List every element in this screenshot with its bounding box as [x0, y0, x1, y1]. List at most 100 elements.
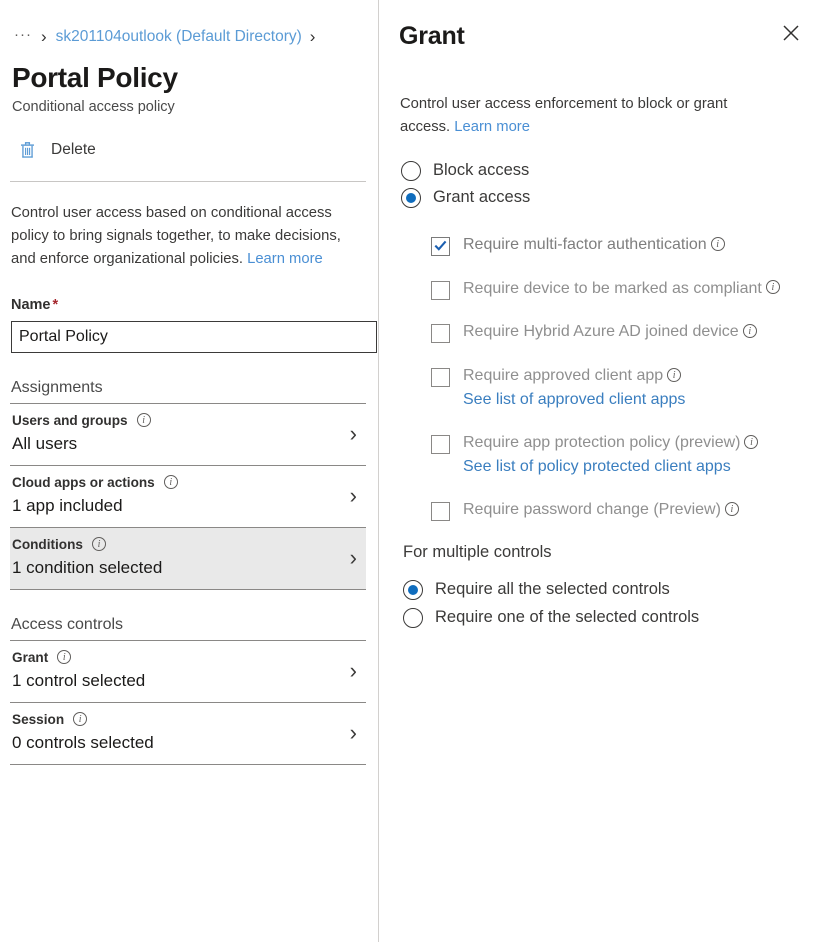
- breadcrumb-item-directory[interactable]: sk201104outlook (Default Directory): [56, 28, 302, 46]
- checkbox-row-require-mfa[interactable]: Require multi-factor authentication i: [431, 234, 826, 257]
- required-indicator: *: [53, 297, 59, 313]
- checkbox-body: Require device to be marked as compliant…: [463, 278, 780, 301]
- checkbox-label: Require app protection policy (preview): [463, 434, 740, 451]
- info-icon[interactable]: i: [743, 324, 757, 338]
- info-icon[interactable]: i: [73, 712, 87, 726]
- grant-description: Control user access enforcement to block…: [400, 93, 770, 139]
- chevron-right-icon: ›: [350, 485, 357, 507]
- checkbox-row-require-approved-client-app[interactable]: Require approved client app i See list of…: [431, 365, 826, 411]
- delete-button[interactable]: Delete: [18, 140, 96, 160]
- grant-controls-checkbox-group: Require multi-factor authentication i Req…: [431, 234, 826, 522]
- checkbox-body: Require multi-factor authentication i: [463, 234, 725, 257]
- checkbox-row-require-password-change[interactable]: Require password change (Preview)i: [431, 499, 826, 522]
- radio-label: Grant access: [433, 188, 530, 207]
- access-control-row-title: Grant: [12, 650, 48, 665]
- policy-protected-client-apps-link[interactable]: See list of policy protected client apps: [463, 456, 758, 478]
- command-bar: Delete: [18, 135, 378, 165]
- close-icon: [782, 24, 800, 47]
- radio-option-require-one-control[interactable]: Require one of the selected controls: [403, 608, 826, 628]
- assignment-row-title: Conditions: [12, 537, 83, 552]
- assignment-row-title: Cloud apps or actions: [12, 475, 155, 490]
- info-icon[interactable]: i: [766, 280, 780, 294]
- page-title: Portal Policy: [12, 62, 378, 94]
- intro-learn-more-link[interactable]: Learn more: [247, 251, 323, 267]
- name-field-label: Name*: [11, 297, 378, 313]
- checkbox-unchecked-icon[interactable]: [431, 281, 450, 300]
- radio-button-checked-icon[interactable]: [401, 188, 421, 208]
- checkbox-body: Require password change (Preview)i: [463, 499, 739, 522]
- delete-label: Delete: [51, 141, 96, 159]
- assignment-row-users-and-groups[interactable]: Users and groups i All users ›: [10, 404, 366, 466]
- checkbox-label: Require multi-factor authentication: [463, 236, 707, 253]
- access-control-row-session[interactable]: Session i 0 controls selected ›: [10, 703, 366, 765]
- assignment-row-value: All users: [10, 434, 366, 454]
- chevron-right-icon: ›: [350, 547, 357, 569]
- checkbox-unchecked-icon[interactable]: [431, 324, 450, 343]
- checkbox-label: Require device to be marked as compliant: [463, 280, 762, 297]
- chevron-right-icon: ›: [350, 423, 357, 445]
- name-input[interactable]: [11, 321, 377, 353]
- assignment-row-title: Users and groups: [12, 413, 128, 428]
- access-controls-row-group: Grant i 1 control selected › Session i 0…: [10, 640, 366, 765]
- checkbox-row-require-device-compliant[interactable]: Require device to be marked as compliant…: [431, 278, 826, 301]
- radio-button-unchecked-icon[interactable]: [401, 161, 421, 181]
- multiple-controls-radio-group: Require all the selected controls Requir…: [403, 580, 826, 628]
- info-icon[interactable]: i: [667, 368, 681, 382]
- radio-label: Require one of the selected controls: [435, 608, 699, 627]
- checkbox-unchecked-icon[interactable]: [431, 502, 450, 521]
- info-icon[interactable]: i: [164, 475, 178, 489]
- radio-button-unchecked-icon[interactable]: [403, 608, 423, 628]
- name-label-text: Name: [11, 297, 51, 313]
- checkbox-unchecked-icon[interactable]: [431, 435, 450, 454]
- grant-description-text: Control user access enforcement to block…: [400, 96, 727, 135]
- conditional-access-policy-screen: ··· › sk201104outlook (Default Directory…: [0, 0, 826, 942]
- command-bar-divider: [10, 181, 366, 182]
- info-icon[interactable]: i: [137, 413, 151, 427]
- grant-panel-title: Grant: [399, 22, 465, 51]
- access-control-row-title: Session: [12, 712, 64, 727]
- info-icon[interactable]: i: [711, 237, 725, 251]
- checkbox-body: Require Hybrid Azure AD joined device i: [463, 321, 757, 344]
- access-control-row-header: Grant i: [10, 650, 366, 665]
- assignment-row-value: 1 condition selected: [10, 558, 366, 578]
- radio-button-checked-icon[interactable]: [403, 580, 423, 600]
- access-control-row-value: 0 controls selected: [10, 733, 366, 753]
- access-mode-radio-group: Block access Grant access: [401, 161, 826, 208]
- assignments-row-group: Users and groups i All users › Cloud app…: [10, 403, 366, 590]
- assignment-row-header: Conditions i: [10, 537, 366, 552]
- approved-client-apps-link[interactable]: See list of approved client apps: [463, 389, 685, 411]
- assignment-row-value: 1 app included: [10, 496, 366, 516]
- assignment-row-conditions[interactable]: Conditions i 1 condition selected ›: [10, 528, 366, 590]
- info-icon[interactable]: i: [92, 537, 106, 551]
- intro-description: Control user access based on conditional…: [11, 202, 351, 271]
- checkbox-unchecked-icon[interactable]: [431, 368, 450, 387]
- assignments-heading: Assignments: [11, 379, 378, 397]
- checkbox-label: Require Hybrid Azure AD joined device: [463, 323, 739, 340]
- close-button[interactable]: [778, 22, 804, 48]
- assignment-row-cloud-apps-or-actions[interactable]: Cloud apps or actions i 1 app included ›: [10, 466, 366, 528]
- breadcrumb-overflow-button[interactable]: ···: [14, 26, 32, 48]
- checkbox-label: Require approved client app: [463, 367, 663, 384]
- access-control-row-grant[interactable]: Grant i 1 control selected ›: [10, 641, 366, 703]
- multiple-controls-heading: For multiple controls: [403, 543, 826, 562]
- info-icon[interactable]: i: [725, 502, 739, 516]
- checkbox-row-require-hybrid-azure-ad-joined[interactable]: Require Hybrid Azure AD joined device i: [431, 321, 826, 344]
- radio-option-require-all-controls[interactable]: Require all the selected controls: [403, 580, 826, 600]
- grant-learn-more-link[interactable]: Learn more: [454, 119, 530, 135]
- checkbox-body: Require app protection policy (preview) i…: [463, 432, 758, 478]
- radio-option-grant-access[interactable]: Grant access: [401, 188, 826, 208]
- radio-label: Block access: [433, 161, 529, 180]
- info-icon[interactable]: i: [744, 435, 758, 449]
- checkbox-checked-icon[interactable]: [431, 237, 450, 256]
- info-icon[interactable]: i: [57, 650, 71, 664]
- radio-option-block-access[interactable]: Block access: [401, 161, 826, 181]
- checkbox-row-require-app-protection-policy[interactable]: Require app protection policy (preview) i…: [431, 432, 826, 478]
- chevron-right-icon: ›: [350, 660, 357, 682]
- breadcrumb-separator-icon: ›: [41, 27, 47, 47]
- checkbox-body: Require approved client app i See list of…: [463, 365, 685, 411]
- page-subtitle: Conditional access policy: [12, 99, 378, 115]
- breadcrumb: ··· › sk201104outlook (Default Directory…: [0, 0, 378, 50]
- access-control-row-value: 1 control selected: [10, 671, 366, 691]
- access-control-row-header: Session i: [10, 712, 366, 727]
- assignment-row-header: Users and groups i: [10, 413, 366, 428]
